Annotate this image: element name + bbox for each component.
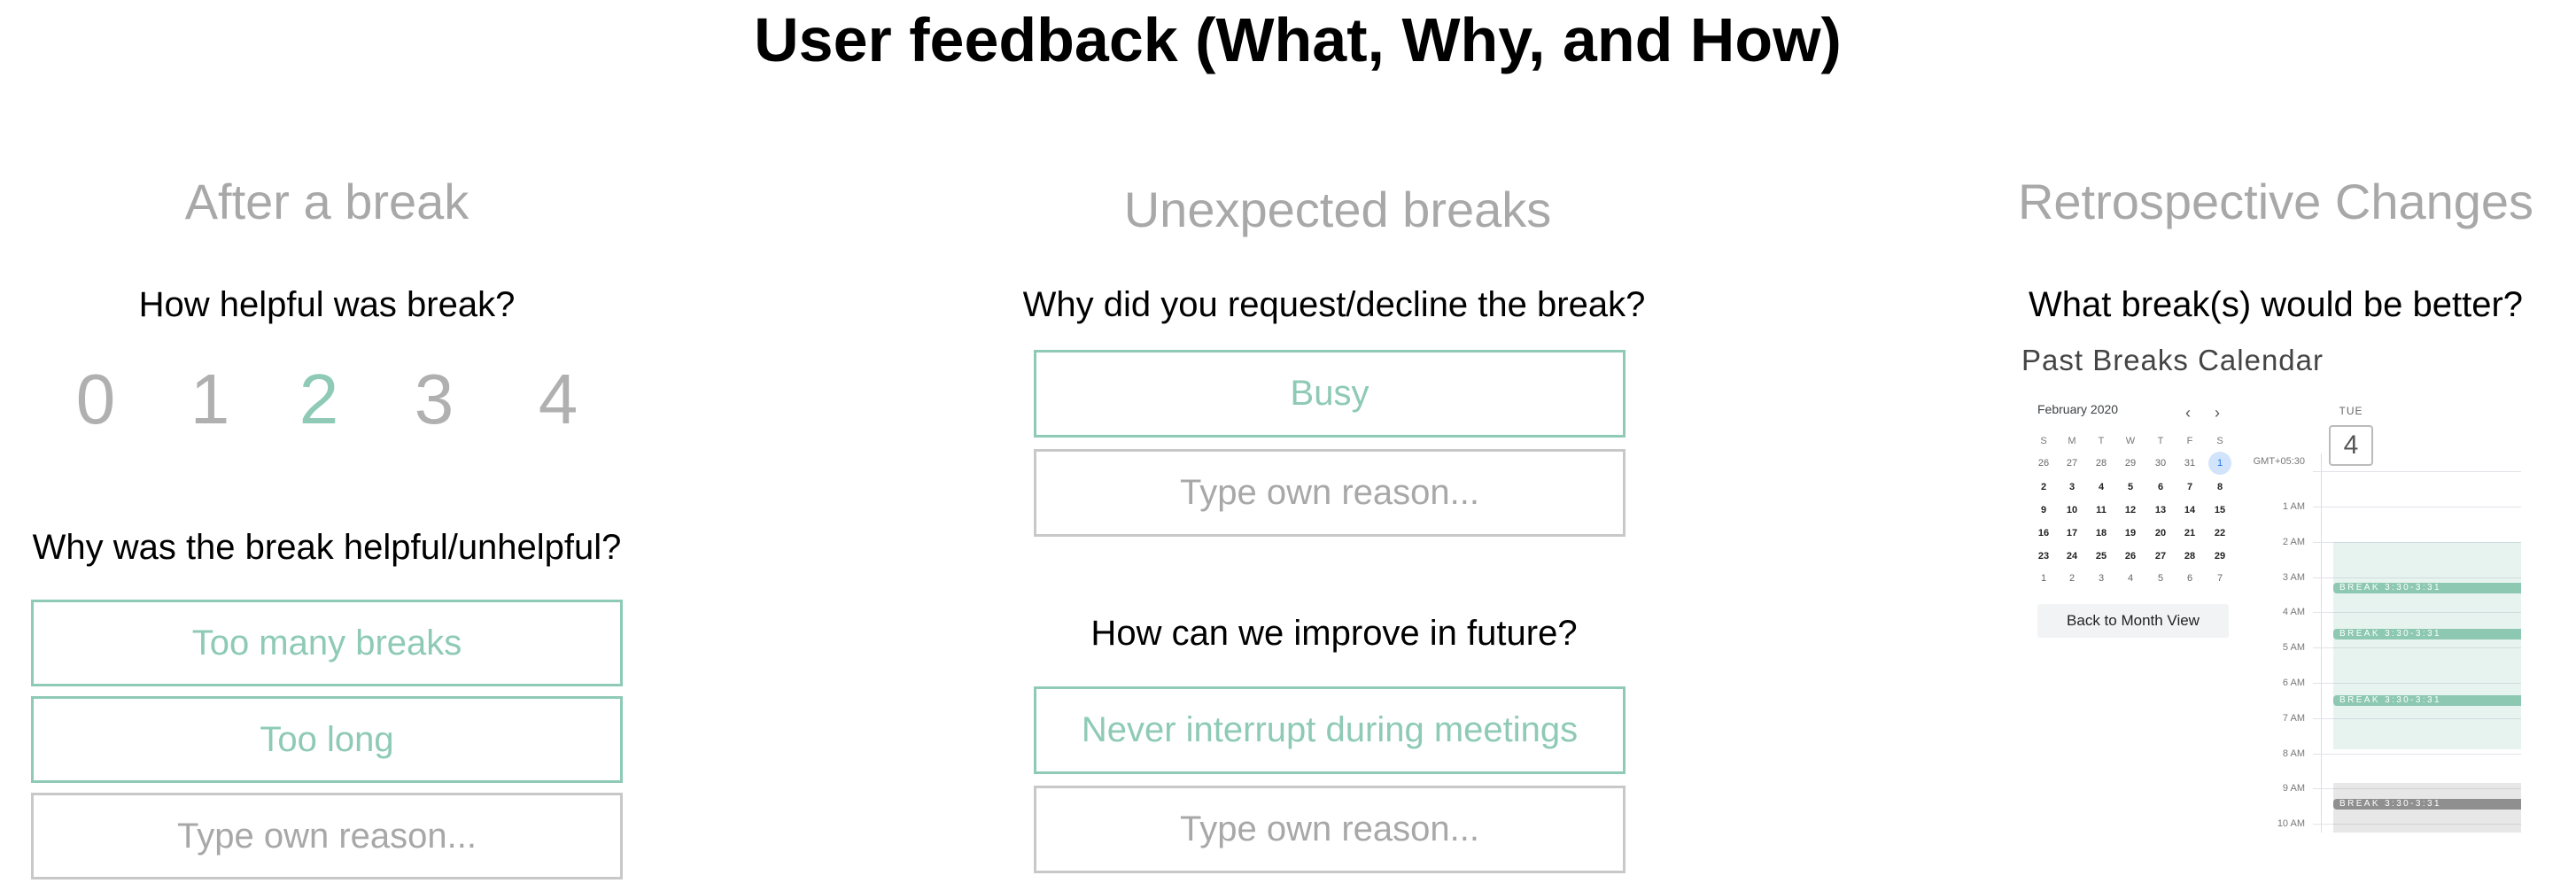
improve-question: How can we improve in future? — [1090, 614, 1578, 653]
reason-option-too-long[interactable]: Too long — [31, 696, 623, 783]
mini-calendar-day[interactable]: 10 — [2067, 505, 2077, 515]
mini-calendar-day[interactable]: 17 — [2067, 528, 2077, 538]
calendar-title: Past Breaks Calendar — [2021, 344, 2324, 376]
mini-calendar-day[interactable]: 2 — [2041, 482, 2046, 492]
day-view-date[interactable]: 4 — [2329, 425, 2373, 466]
mini-calendar-day[interactable]: 31 — [2184, 458, 2195, 469]
rating-option-2[interactable]: 2 — [299, 359, 339, 440]
why-question: Why did you request/decline the break? — [1022, 285, 1646, 324]
after-break-heading: After a break — [184, 174, 469, 229]
weekday-label: S — [2040, 436, 2047, 446]
mini-calendar-day[interactable]: 30 — [2155, 458, 2166, 469]
mini-calendar-day[interactable]: 12 — [2125, 505, 2136, 515]
mini-calendar-day[interactable]: 25 — [2096, 551, 2107, 562]
weekday-label: M — [2068, 436, 2076, 446]
mini-calendar-day[interactable]: 26 — [2125, 551, 2136, 562]
mini-calendar-day[interactable]: 4 — [2128, 573, 2133, 584]
hour-label: 9 AM — [2282, 783, 2305, 794]
hour-label: 8 AM — [2282, 748, 2305, 759]
mini-calendar-day[interactable]: 23 — [2038, 551, 2049, 562]
weekday-label: T — [2157, 436, 2164, 446]
break-event[interactable]: BREAK 3:30-3:31 — [2333, 583, 2521, 593]
mini-calendar-day[interactable]: 7 — [2187, 482, 2192, 492]
hour-label: 6 AM — [2282, 678, 2305, 688]
hour-line — [2313, 753, 2521, 755]
better-breaks-question: What break(s) would be better? — [2028, 285, 2524, 324]
timezone-label: GMT+05:30 — [2253, 456, 2305, 467]
rating-option-1[interactable]: 1 — [190, 359, 230, 440]
mini-calendar-day[interactable]: 19 — [2125, 528, 2136, 538]
hour-label: 4 AM — [2282, 607, 2305, 618]
hour-label: 5 AM — [2282, 642, 2305, 654]
mini-calendar-day[interactable]: 28 — [2096, 458, 2107, 469]
mini-calendar-day[interactable]: 4 — [2099, 482, 2104, 492]
mini-calendar-day[interactable]: 27 — [2155, 551, 2166, 562]
mini-calendar-day[interactable]: 16 — [2038, 528, 2049, 538]
day-view-divider — [2321, 453, 2322, 833]
mini-calendar-day[interactable]: 24 — [2067, 551, 2077, 562]
break-event[interactable]: BREAK 3:30-3:31 — [2333, 799, 2521, 810]
improve-option-never-interrupt[interactable]: Never interrupt during meetings — [1034, 686, 1626, 774]
weekday-label: T — [2098, 436, 2105, 446]
mini-calendar-day[interactable]: 28 — [2184, 551, 2195, 562]
retrospective-heading: Retrospective Changes — [2017, 174, 2534, 229]
rating-option-4[interactable]: 4 — [539, 359, 578, 440]
mini-calendar-day[interactable]: 7 — [2217, 573, 2223, 584]
mini-calendar-day[interactable]: 5 — [2128, 482, 2133, 492]
mini-calendar-day[interactable]: 18 — [2096, 528, 2107, 538]
mini-calendar-day[interactable]: 1 — [2041, 573, 2046, 584]
reason-question: Why was the break helpful/unhelpful? — [32, 528, 622, 567]
break-event[interactable]: BREAK 3:30-3:31 — [2333, 695, 2521, 706]
break-event[interactable]: BREAK 3:30-3:31 — [2333, 629, 2521, 639]
why-reason-input[interactable]: Type own reason... — [1034, 449, 1626, 537]
hour-label: 3 AM — [2282, 571, 2305, 583]
rating-option-3[interactable]: 3 — [415, 359, 454, 440]
mini-calendar-day[interactable]: 14 — [2184, 505, 2195, 515]
mini-calendar-day[interactable]: 1 — [2217, 458, 2223, 469]
rating-option-0[interactable]: 0 — [76, 359, 116, 440]
weekday-label: F — [2186, 436, 2193, 446]
mini-calendar-day[interactable]: 2 — [2069, 573, 2075, 584]
weekday-label: S — [2216, 436, 2223, 446]
mini-calendar-day[interactable]: 21 — [2184, 528, 2195, 538]
mini-calendar-day[interactable]: 9 — [2041, 505, 2046, 515]
mini-calendar-day[interactable]: 20 — [2155, 528, 2166, 538]
mini-calendar-day[interactable]: 29 — [2125, 458, 2136, 469]
hour-label: 10 AM — [2277, 818, 2305, 830]
reason-input[interactable]: Type own reason... — [31, 793, 623, 879]
mini-calendar-day[interactable]: 26 — [2038, 458, 2049, 469]
mini-calendar-day[interactable]: 29 — [2215, 551, 2225, 562]
hour-label: 2 AM — [2282, 536, 2305, 547]
mini-calendar-day[interactable]: 6 — [2187, 573, 2192, 584]
chevron-left-icon[interactable]: ‹ — [2185, 404, 2191, 422]
hour-label: 7 AM — [2282, 712, 2305, 724]
day-view-weekday: TUE — [2339, 405, 2363, 417]
rating-question: How helpful was break? — [138, 285, 516, 324]
improve-reason-input[interactable]: Type own reason... — [1034, 786, 1626, 873]
page-title: User feedback (What, Why, and How) — [754, 5, 1842, 74]
mini-calendar-day[interactable]: 3 — [2069, 482, 2075, 492]
mini-calendar-day[interactable]: 3 — [2099, 573, 2104, 584]
mini-calendar-month: February 2020 — [2037, 402, 2119, 416]
hour-line — [2313, 471, 2521, 472]
mini-calendar-day[interactable]: 6 — [2158, 482, 2163, 492]
unexpected-breaks-heading: Unexpected breaks — [1123, 182, 1552, 237]
hour-label: 1 AM — [2282, 501, 2305, 512]
mini-calendar-day[interactable]: 22 — [2215, 528, 2225, 538]
mini-calendar-day[interactable]: 27 — [2067, 458, 2077, 469]
mini-calendar-day[interactable]: 15 — [2215, 505, 2225, 515]
back-to-month-button[interactable]: Back to Month View — [2037, 604, 2229, 638]
mini-calendar-day[interactable]: 11 — [2096, 505, 2107, 515]
why-option-busy[interactable]: Busy — [1034, 350, 1626, 438]
mini-calendar-day[interactable]: 8 — [2217, 482, 2223, 492]
reason-option-too-many-breaks[interactable]: Too many breaks — [31, 600, 623, 686]
chevron-right-icon[interactable]: › — [2215, 404, 2220, 422]
weekday-label: W — [2125, 436, 2136, 446]
mini-calendar-day[interactable]: 13 — [2155, 505, 2166, 515]
mini-calendar-day[interactable]: 5 — [2158, 573, 2163, 584]
scheduled-breaks-region — [2333, 542, 2521, 749]
